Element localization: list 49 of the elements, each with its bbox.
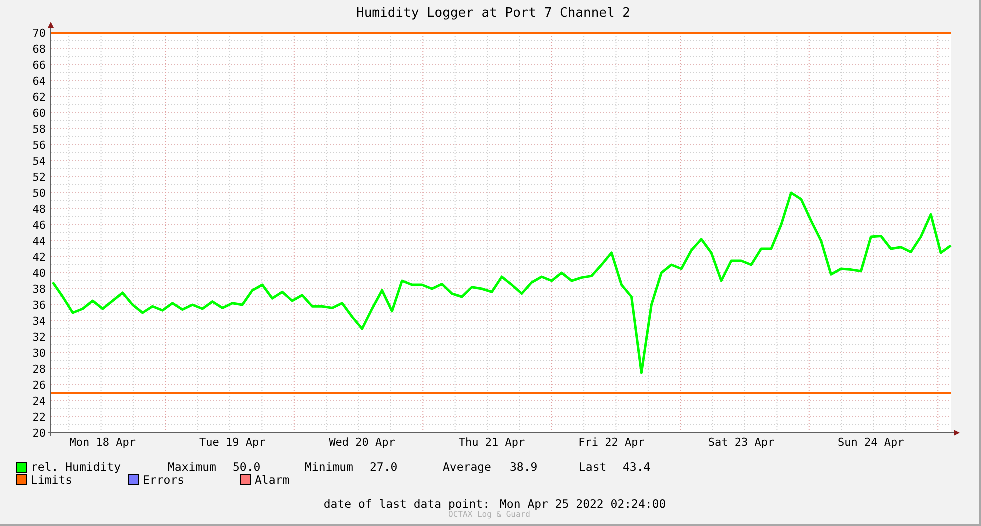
- stat-label: Average: [443, 460, 492, 474]
- last-data-date: Mon Apr 25 2022 02:24:00: [500, 497, 666, 511]
- stat-label: Minimum: [305, 460, 354, 474]
- axis-label: 54: [32, 155, 46, 168]
- axis-label: Mon 18 Apr: [70, 436, 136, 449]
- axis-label: Fri 22 Apr: [578, 436, 645, 449]
- stat-label: Last: [579, 460, 607, 474]
- axis-label: 24: [32, 395, 46, 408]
- axis-label: 26: [32, 379, 46, 392]
- axis-label: 32: [32, 331, 46, 344]
- stat-value: 38.9: [510, 460, 538, 474]
- axis-label: 66: [32, 59, 46, 72]
- axis-label: 40: [32, 267, 46, 280]
- axis-label: 58: [32, 123, 46, 136]
- axis-label: 36: [32, 299, 46, 312]
- legend-label: Alarm: [255, 474, 290, 486]
- axis-label: 68: [32, 43, 46, 56]
- axis-label: 70: [32, 27, 46, 40]
- axis-label: Sun 24 Apr: [838, 436, 904, 449]
- last-data-label: date of last data point:: [324, 497, 490, 511]
- axis-label: 48: [32, 203, 46, 216]
- axis-label: 44: [32, 235, 46, 248]
- axis-label: 46: [32, 219, 46, 232]
- axis-label: Wed 20 Apr: [329, 436, 396, 449]
- axis-label: 22: [32, 411, 46, 424]
- credit-text: OCTAX Log & Guard: [448, 510, 530, 519]
- axis-label: Thu 21 Apr: [458, 436, 526, 449]
- axis-label: Sat 23 Apr: [708, 436, 775, 449]
- axis-label: 64: [32, 75, 46, 88]
- axis-label: 56: [32, 139, 46, 152]
- axis-label: Tue 19 Apr: [199, 436, 266, 449]
- axis-label: 60: [32, 107, 46, 120]
- legend-label: Errors: [143, 474, 185, 486]
- stat-value: 50.0: [233, 460, 261, 474]
- axis-label: 20: [32, 427, 46, 440]
- legend-label: rel. Humidity: [31, 461, 122, 474]
- axis-label: 38: [32, 283, 46, 296]
- stat-value: 43.4: [623, 460, 651, 474]
- axis-label: 28: [32, 363, 46, 376]
- axis-label: 62: [32, 91, 46, 104]
- axis-label: 42: [32, 251, 46, 264]
- axis-label: 30: [32, 347, 46, 360]
- stat-label: Maximum: [168, 460, 216, 474]
- axis-label: 52: [32, 171, 46, 184]
- axis-label: 34: [32, 315, 46, 328]
- legend-label: Limits: [31, 474, 73, 486]
- axis-label: 50: [32, 187, 46, 200]
- stat-value: 27.0: [370, 460, 398, 474]
- chart-title: Humidity Logger at Port 7 Channel 2: [356, 5, 632, 22]
